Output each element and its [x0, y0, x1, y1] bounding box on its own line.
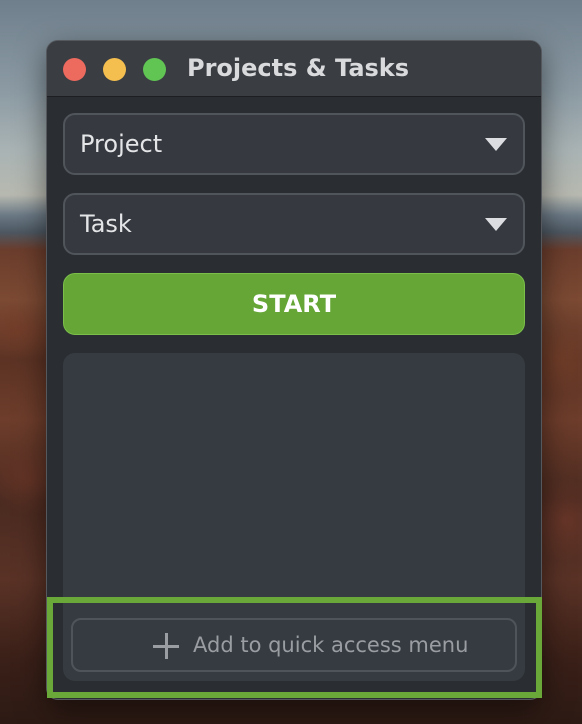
project-dropdown-label: Project: [80, 130, 163, 158]
plus-icon: [153, 633, 179, 659]
zoom-window-icon[interactable]: [143, 58, 166, 81]
add-to-quick-access-button[interactable]: Add to quick access menu: [71, 618, 517, 672]
task-dropdown[interactable]: Task: [63, 193, 525, 255]
window-title: Projects & Tasks: [187, 54, 410, 82]
caret-down-icon: [485, 138, 507, 151]
projects-tasks-window: Projects & Tasks Project Task START Add …: [46, 40, 542, 700]
minimize-window-icon[interactable]: [103, 58, 126, 81]
start-button[interactable]: START: [63, 273, 525, 335]
caret-down-icon: [485, 218, 507, 231]
project-dropdown[interactable]: Project: [63, 113, 525, 175]
title-bar[interactable]: Projects & Tasks: [47, 41, 541, 97]
add-to-quick-access-label: Add to quick access menu: [193, 633, 469, 657]
close-window-icon[interactable]: [63, 58, 86, 81]
task-dropdown-label: Task: [80, 210, 132, 238]
